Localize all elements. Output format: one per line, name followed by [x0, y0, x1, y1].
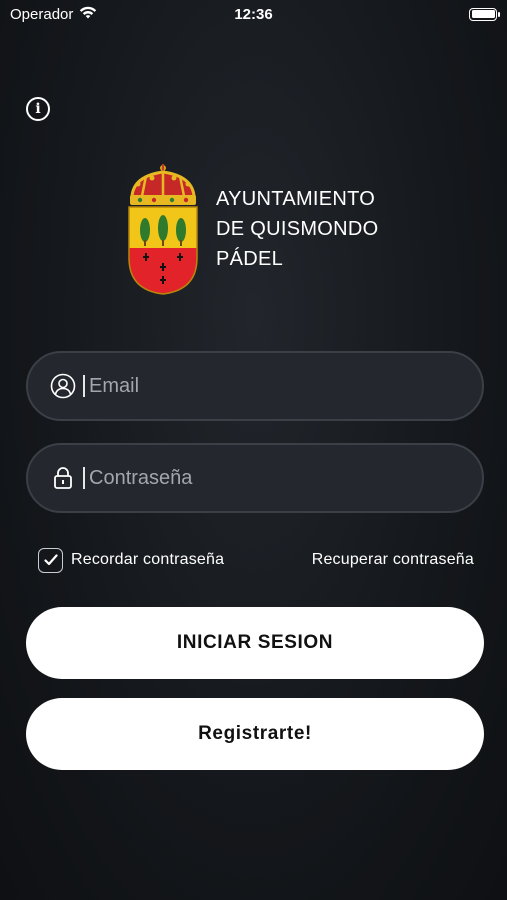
email-input[interactable]: [89, 374, 429, 398]
battery-icon: [469, 7, 500, 21]
logo: AYUNTAMIENTO DE QUISMONDO PÁDEL: [126, 162, 379, 296]
text-caret: [83, 467, 85, 489]
text-caret: [83, 375, 85, 397]
lock-icon: [50, 465, 76, 491]
logo-line-2: DE QUISMONDO: [216, 218, 379, 240]
check-icon: [43, 554, 58, 566]
email-field[interactable]: [26, 351, 484, 421]
logo-text: AYUNTAMIENTO DE QUISMONDO PÁDEL: [216, 184, 379, 274]
remember-password-toggle[interactable]: Recordar contraseña: [38, 547, 225, 573]
register-button[interactable]: Registrarte!: [26, 698, 484, 770]
password-field[interactable]: [26, 443, 484, 513]
password-input[interactable]: [89, 466, 429, 490]
logo-line-3: PÁDEL: [216, 248, 284, 270]
wifi-icon: [79, 6, 97, 23]
info-icon[interactable]: i: [26, 97, 50, 121]
login-button[interactable]: INICIAR SESION: [26, 607, 484, 679]
status-bar: Operador 12:36: [0, 0, 507, 28]
user-icon: [50, 373, 76, 399]
remember-label: Recordar contraseña: [71, 551, 225, 568]
remember-checkbox[interactable]: [38, 547, 63, 573]
logo-line-1: AYUNTAMIENTO: [216, 188, 376, 210]
status-left: Operador: [10, 6, 97, 23]
recover-password-link[interactable]: Recuperar contraseña: [312, 551, 474, 569]
carrier-label: Operador: [10, 5, 74, 23]
coat-of-arms-icon: [128, 164, 198, 295]
options-row: Recordar contraseña Recuperar contraseña: [38, 546, 474, 574]
